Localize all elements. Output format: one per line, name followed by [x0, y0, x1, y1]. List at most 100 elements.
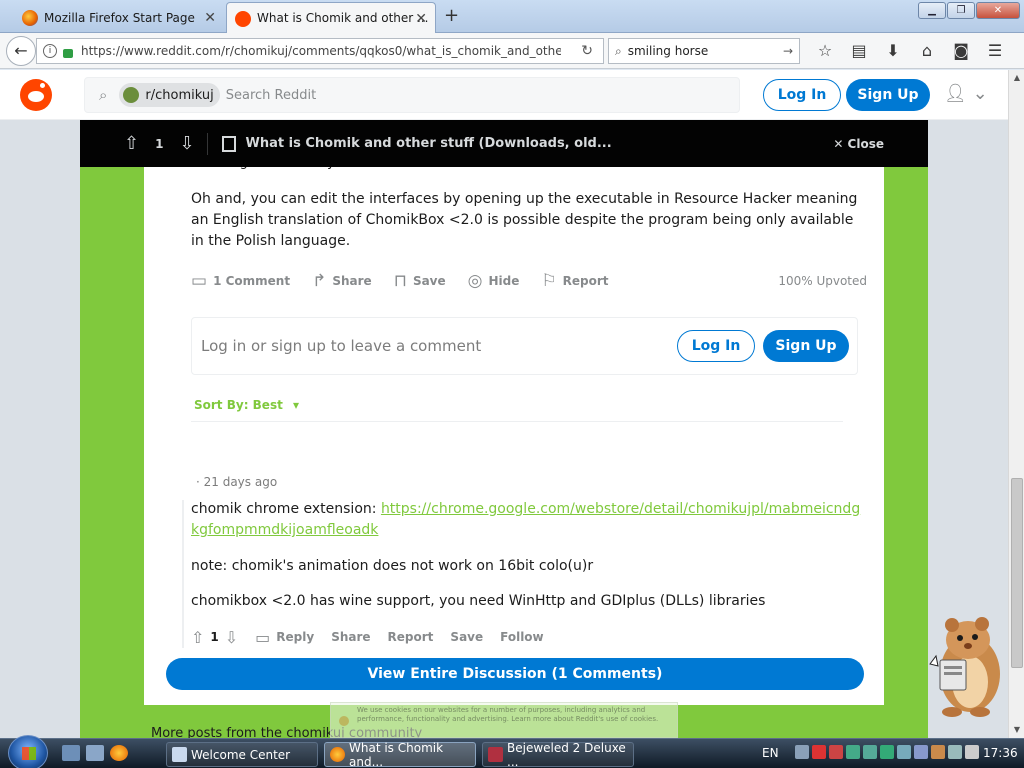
share-button[interactable]: ↱ Share [312, 271, 372, 291]
window-controls: ▁ ❐ ✕ [918, 2, 1020, 19]
downvote-icon[interactable]: ⇩ [225, 628, 238, 647]
share-icon: ↱ [312, 271, 327, 291]
show-desktop-icon[interactable] [62, 745, 80, 761]
chomik-hamster-pet[interactable] [920, 612, 1010, 720]
system-tray [795, 745, 979, 759]
task-label: What is Chomik and... [349, 740, 444, 768]
firefox-icon[interactable] [110, 745, 128, 761]
tab-reddit-post[interactable]: What is Chomik and other ... ✕ [226, 2, 436, 33]
firefox-icon [22, 10, 38, 26]
downloads-icon[interactable]: ⬇ [876, 40, 910, 62]
close-tab-icon[interactable]: ✕ [204, 10, 216, 26]
comment-login-button[interactable]: Log In [677, 330, 755, 362]
welcome-center-icon [172, 747, 187, 762]
search-icon: ⌕ [99, 86, 108, 104]
share-label: Share [332, 274, 372, 288]
new-tab-button[interactable]: + [444, 5, 459, 26]
network-icon[interactable] [948, 745, 962, 759]
quick-launch [62, 745, 128, 761]
view-entire-discussion-button[interactable]: View Entire Discussion (1 Comments) [166, 658, 864, 690]
reload-icon[interactable]: ↻ [581, 43, 593, 59]
user-menu-icon[interactable]: 👤︎ ⌄ [944, 83, 988, 104]
tab-firefox-start-page[interactable]: Mozilla Firefox Start Page ✕ [0, 2, 224, 33]
close-label: Close [847, 136, 884, 151]
tray-app-icon[interactable] [897, 745, 911, 759]
subreddit-chip[interactable]: r/chomikuj [119, 83, 220, 107]
tray-app-icon[interactable] [846, 745, 860, 759]
task-label: Welcome Center [191, 747, 291, 762]
close-window-button[interactable]: ✕ [976, 2, 1020, 19]
search-bar[interactable]: ⌕ smiling horse → [608, 38, 800, 64]
windows-taskbar: Welcome Center What is Chomik and... Bej… [0, 735, 1024, 768]
tray-security-icon[interactable] [829, 745, 843, 759]
cookie-banner[interactable]: We use cookies on our websites for a num… [330, 702, 678, 738]
comments-button[interactable]: ▭ 1 Comment [191, 271, 290, 291]
comment-follow-button[interactable]: Follow [500, 630, 544, 644]
search-input[interactable]: smiling horse [628, 44, 709, 58]
save-label: Save [412, 274, 446, 288]
upvote-icon[interactable]: ⇧ [124, 133, 139, 154]
comment-text: chomik chrome extension: [191, 501, 381, 517]
reddit-logo-icon[interactable] [20, 79, 52, 111]
site-info-icon[interactable]: i [43, 44, 57, 58]
comment-report-button[interactable]: Report [388, 630, 434, 644]
search-go-icon[interactable]: → [783, 44, 793, 58]
reading-list-icon[interactable]: ▤ [842, 40, 876, 62]
header-signup-button[interactable]: Sign Up [846, 79, 930, 111]
url-text[interactable]: https://www.reddit.com/r/chomikuj/commen… [81, 44, 561, 58]
tray-blocked-icon[interactable] [812, 745, 826, 759]
switch-windows-icon[interactable] [86, 745, 104, 761]
separator [206, 132, 208, 155]
search-icon: ⌕ [615, 43, 622, 58]
post-header-bar: ⇧ 1 ⇩ What is Chomik and other stuff (Do… [80, 120, 928, 167]
back-button[interactable]: ← [6, 36, 36, 66]
search-input[interactable]: Search Reddit [226, 88, 316, 103]
pocket-icon[interactable]: ◙ [944, 40, 978, 62]
scroll-down-icon[interactable]: ▼ [1009, 722, 1024, 738]
bejeweled-icon [488, 747, 503, 762]
hide-button[interactable]: ◎ Hide [468, 271, 520, 291]
language-indicator[interactable]: EN [762, 746, 779, 760]
report-button[interactable]: ⚐ Report [541, 271, 608, 291]
tray-app-icon[interactable] [795, 745, 809, 759]
close-post-button[interactable]: ✕ Close [833, 137, 884, 151]
task-welcome-center[interactable]: Welcome Center [166, 742, 318, 767]
comment-save-button[interactable]: Save [450, 630, 483, 644]
tray-app-icon[interactable] [880, 745, 894, 759]
minimize-button[interactable]: ▁ [918, 2, 946, 19]
save-button[interactable]: ⊓ Save [394, 271, 446, 291]
upvote-icon[interactable]: ⇧ [191, 628, 204, 647]
sort-label: Sort By: Best [194, 398, 283, 412]
volume-icon[interactable] [965, 745, 979, 759]
scrollbar-thumb[interactable] [1011, 478, 1023, 668]
sort-dropdown[interactable]: Sort By: Best ▾ [194, 398, 299, 412]
reddit-search[interactable]: ⌕ r/chomikuj Search Reddit [84, 77, 740, 113]
task-firefox[interactable]: What is Chomik and... [324, 740, 476, 768]
close-icon: ✕ [833, 136, 848, 151]
tray-app-icon[interactable] [863, 745, 877, 759]
scroll-up-icon[interactable]: ▲ [1009, 70, 1024, 86]
reply-button[interactable]: ▭ Reply [255, 628, 314, 647]
tray-hamster-icon[interactable] [931, 745, 945, 759]
task-bejeweled[interactable]: Bejeweled 2 Deluxe ... [482, 740, 634, 768]
comment-prompt: Log in or sign up to leave a comment Log… [191, 317, 858, 375]
comment-prompt-text: Log in or sign up to leave a comment [201, 337, 482, 355]
comment-signup-button[interactable]: Sign Up [763, 330, 849, 362]
page-scrollbar[interactable]: ▲ ▼ [1008, 70, 1024, 738]
bookmark-star-icon[interactable]: ☆ [808, 40, 842, 62]
maximize-button[interactable]: ❐ [947, 2, 975, 19]
menu-icon[interactable]: ☰ [978, 40, 1012, 62]
system-clock[interactable]: 17:36 [983, 746, 1018, 760]
reply-label: Reply [276, 630, 315, 644]
task-label: Bejeweled 2 Deluxe ... [507, 740, 626, 768]
subreddit-avatar [123, 87, 140, 103]
downvote-icon[interactable]: ⇩ [179, 133, 194, 154]
comment-thread-line[interactable] [182, 500, 184, 648]
tray-app-icon[interactable] [914, 745, 928, 759]
home-icon[interactable]: ⌂ [910, 40, 944, 62]
comment-share-button[interactable]: Share [331, 630, 370, 644]
url-bar[interactable]: i https://www.reddit.com/r/chomikuj/comm… [36, 38, 604, 64]
close-tab-icon[interactable]: ✕ [415, 11, 427, 27]
header-login-button[interactable]: Log In [763, 79, 841, 111]
start-button[interactable] [8, 735, 48, 768]
